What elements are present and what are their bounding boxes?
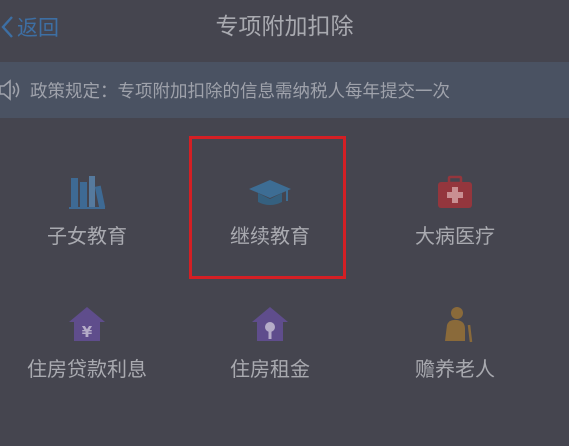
graduation-cap-icon <box>249 180 291 205</box>
item-continuing-education[interactable]: 继续教育 <box>190 174 350 249</box>
house-key-icon <box>252 307 288 341</box>
elder-icon <box>445 307 473 343</box>
deduction-screen: 返回 专项附加扣除 政策规定：专项附加扣除的信息需纳税人每年提交一次 子女教育 … <box>0 0 569 446</box>
svg-text:¥: ¥ <box>82 323 93 341</box>
item-label: 住房租金 <box>230 357 310 381</box>
books-icon <box>69 176 106 209</box>
nav-header: 返回 专项附加扣除 <box>0 0 569 56</box>
house-yuan-icon: ¥ <box>69 307 105 341</box>
item-elderly-support[interactable]: 赡养老人 <box>375 305 535 382</box>
item-label: 继续教育 <box>230 224 310 248</box>
policy-notice-text: 政策规定：专项附加扣除的信息需纳税人每年提交一次 <box>30 81 450 102</box>
page-title: 专项附加扣除 <box>215 14 354 40</box>
item-child-education[interactable]: 子女教育 <box>7 174 167 249</box>
item-housing-rent[interactable]: 住房租金 <box>190 305 350 382</box>
speaker-icon <box>0 79 20 101</box>
medical-kit-icon <box>438 175 472 208</box>
policy-notice-bar: 政策规定：专项附加扣除的信息需纳税人每年提交一次 <box>0 62 569 118</box>
item-label: 子女教育 <box>47 224 127 248</box>
item-serious-illness-medical[interactable]: 大病医疗 <box>375 174 535 249</box>
item-label: 住房贷款利息 <box>27 357 147 381</box>
item-housing-loan-interest[interactable]: ¥ 住房贷款利息 <box>7 305 167 382</box>
item-label: 大病医疗 <box>415 224 495 248</box>
item-label: 赡养老人 <box>415 357 495 381</box>
